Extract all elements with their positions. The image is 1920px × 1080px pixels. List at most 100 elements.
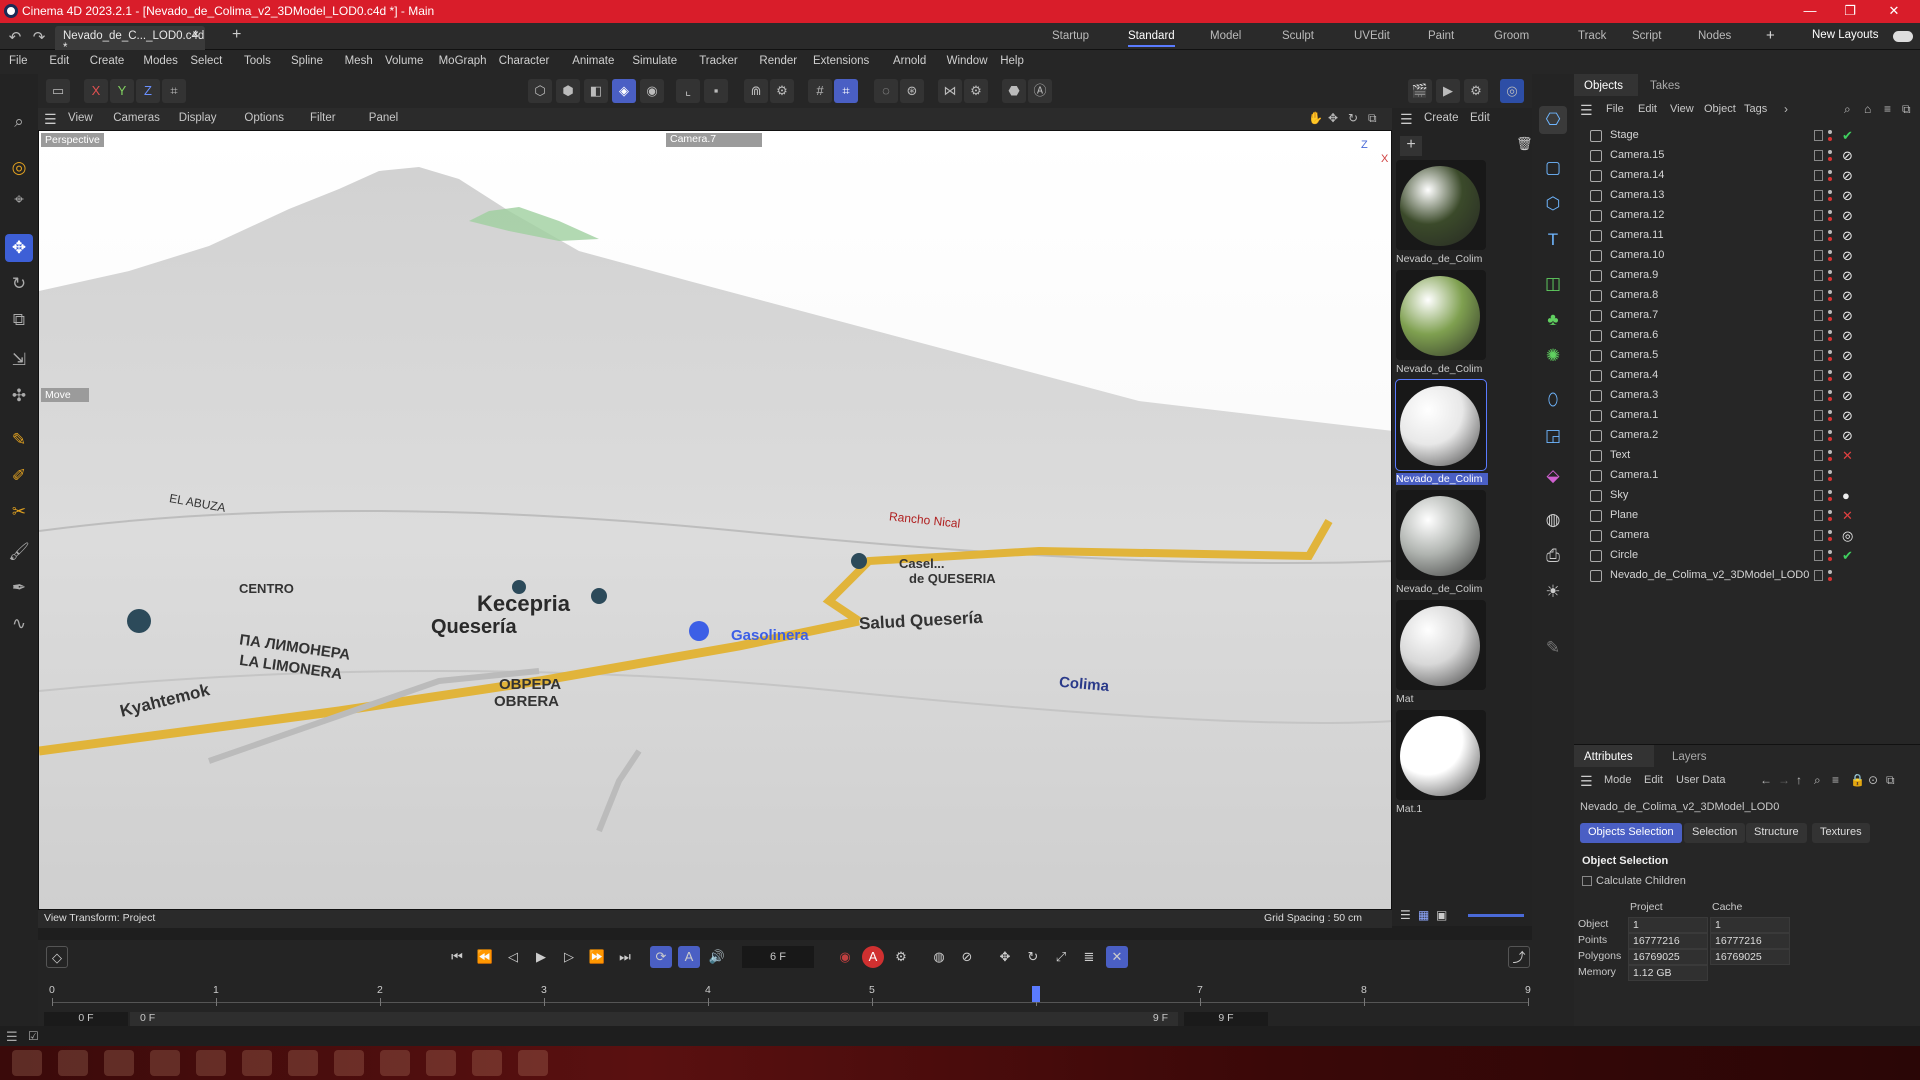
python-icon[interactable]: ✎ [1539, 634, 1567, 662]
editor-visibility-dot[interactable] [1828, 170, 1832, 174]
object-row[interactable]: Sky ● [1574, 486, 1920, 506]
add-material-icon[interactable]: + [1400, 136, 1422, 156]
object-row[interactable]: Camera.6 ⊘ [1574, 326, 1920, 346]
object-row[interactable]: Circle ✔ [1574, 546, 1920, 566]
menu-mesh[interactable]: Mesh [345, 55, 373, 67]
material-swatch[interactable] [1396, 600, 1486, 690]
play-icon[interactable]: ▶ [530, 946, 552, 968]
edit-visibility-icon[interactable] [1814, 270, 1823, 281]
layout-tab-startup[interactable]: Startup [1052, 30, 1089, 42]
render-visibility-dot[interactable] [1828, 217, 1832, 221]
snap-settings-icon[interactable]: ⚙ [770, 79, 794, 103]
list-view-icon[interactable]: ☰ [1400, 908, 1411, 922]
forward-arrow-icon[interactable]: → [1778, 773, 1790, 787]
timeline-ruler[interactable]: 0123456789 [49, 984, 1531, 1010]
taskbar-app-icon[interactable] [12, 1050, 42, 1076]
goto-end-icon[interactable]: ⏭ [614, 946, 636, 968]
attr-project-value[interactable]: 16777216 [1628, 933, 1708, 949]
attr-menu-user-data[interactable]: User Data [1676, 774, 1726, 786]
editor-visibility-dot[interactable] [1828, 330, 1832, 334]
render-visibility-dot[interactable] [1828, 137, 1832, 141]
edit-visibility-icon[interactable] [1814, 570, 1823, 581]
large-view-icon[interactable]: ▣ [1436, 908, 1447, 922]
object-row[interactable]: Camera.11 ⊘ [1574, 226, 1920, 246]
layout-tab-uvedit[interactable]: UVEdit [1354, 30, 1390, 42]
keyframe-selection-icon[interactable]: ◍ [928, 946, 950, 968]
editor-visibility-dot[interactable] [1828, 410, 1832, 414]
edges-mode-icon[interactable]: ⬢ [556, 79, 580, 103]
up-arrow-icon[interactable]: ↑ [1796, 773, 1802, 787]
render-visibility-dot[interactable] [1828, 297, 1832, 301]
edit-visibility-icon[interactable] [1814, 530, 1823, 541]
material-swatch[interactable] [1396, 710, 1486, 800]
menu-render[interactable]: Render [759, 55, 797, 67]
render-visibility-dot[interactable] [1828, 457, 1832, 461]
tab-layers[interactable]: Layers [1672, 751, 1707, 763]
soft-selection-icon[interactable]: ◌ [874, 79, 898, 103]
object-tag-icon[interactable]: ⊘ [1842, 288, 1853, 304]
edit-visibility-icon[interactable] [1814, 150, 1823, 161]
taskbar-app-icon[interactable] [242, 1050, 272, 1076]
object-row[interactable]: Camera.3 ⊘ [1574, 386, 1920, 406]
add-layout-icon[interactable]: + [1766, 27, 1775, 44]
tweak-mode-icon[interactable]: ▪ [704, 79, 728, 103]
viewport-menu-cameras[interactable]: Cameras [113, 112, 160, 124]
search-objects-icon[interactable]: ⌕ [1844, 102, 1851, 117]
render-visibility-dot[interactable] [1828, 497, 1832, 501]
deformer-icon[interactable]: ⬯ [1539, 386, 1567, 414]
attributes-hamburger-icon[interactable]: ☰ [1580, 773, 1593, 790]
render-visibility-dot[interactable] [1828, 157, 1832, 161]
editor-visibility-dot[interactable] [1828, 130, 1832, 134]
object-row[interactable]: Camera.8 ⊘ [1574, 286, 1920, 306]
taskbar-app-icon[interactable] [518, 1050, 548, 1076]
editor-visibility-dot[interactable] [1828, 570, 1832, 574]
layout-tab-nodes[interactable]: Nodes [1698, 30, 1731, 42]
cloner-icon[interactable]: ♣ [1539, 306, 1567, 334]
spline-sketch-icon[interactable]: ✐ [5, 462, 33, 490]
attr-cache-value[interactable]: 1 [1710, 917, 1790, 933]
range-slider[interactable]: 0 F 9 F [130, 1012, 1178, 1026]
polygons-mode-icon[interactable]: ◧ [584, 79, 608, 103]
menu-character[interactable]: Character [499, 55, 550, 67]
record-icon[interactable]: ◉ [834, 946, 856, 968]
goto-start-icon[interactable]: ⏮ [446, 946, 468, 968]
viewport-hamburger-icon[interactable]: ☰ [44, 111, 57, 128]
render-visibility-dot[interactable] [1828, 277, 1832, 281]
scale-tool-icon[interactable]: ⧉ [5, 306, 33, 334]
taskbar-app-icon[interactable] [104, 1050, 134, 1076]
lock-z-axis-button[interactable]: Z [136, 79, 160, 103]
material-swatch[interactable] [1395, 379, 1487, 471]
coordinate-tool-icon[interactable]: ✣ [5, 382, 33, 410]
status-check-icon[interactable]: ☑ [28, 1029, 39, 1043]
object-row[interactable]: Camera.10 ⊘ [1574, 246, 1920, 266]
attr-menu-edit[interactable]: Edit [1644, 774, 1663, 786]
viewport-menu-panel[interactable]: Panel [369, 112, 398, 124]
subtab-structure[interactable]: Structure [1746, 823, 1807, 843]
material-hamburger-icon[interactable]: ☰ [1400, 111, 1413, 128]
new-window-icon[interactable]: ⧉ [1902, 102, 1911, 117]
rotation-key-icon[interactable]: ↻ [1022, 946, 1044, 968]
object-tag-icon[interactable]: ⊘ [1842, 348, 1853, 364]
object-tag-icon[interactable]: ⊘ [1842, 248, 1853, 264]
material-swatch[interactable] [1396, 160, 1486, 250]
material-swatch[interactable] [1396, 490, 1486, 580]
preview-size-slider[interactable] [1468, 914, 1524, 917]
editor-visibility-dot[interactable] [1828, 150, 1832, 154]
edit-visibility-icon[interactable] [1814, 550, 1823, 561]
render-visibility-dot[interactable] [1828, 477, 1832, 481]
menu-extensions[interactable]: Extensions [813, 55, 869, 67]
playback-rate-icon[interactable]: A [678, 946, 700, 968]
layout-tab-groom[interactable]: Groom [1494, 30, 1529, 42]
render-visibility-dot[interactable] [1828, 337, 1832, 341]
edit-visibility-icon[interactable] [1814, 250, 1823, 261]
menu-volume[interactable]: Volume [385, 55, 423, 67]
render-visibility-dot[interactable] [1828, 557, 1832, 561]
object-tag-icon[interactable]: ◎ [1842, 528, 1853, 544]
render-settings-icon[interactable]: ⊛ [900, 79, 924, 103]
edit-visibility-icon[interactable] [1814, 350, 1823, 361]
object-row[interactable]: Camera.7 ⊘ [1574, 306, 1920, 326]
timeline-graph-icon[interactable]: ⤴ [1508, 946, 1530, 968]
next-frame-icon[interactable]: ▷ [558, 946, 580, 968]
taskbar-app-icon[interactable] [380, 1050, 410, 1076]
menu-animate[interactable]: Animate [572, 55, 614, 67]
